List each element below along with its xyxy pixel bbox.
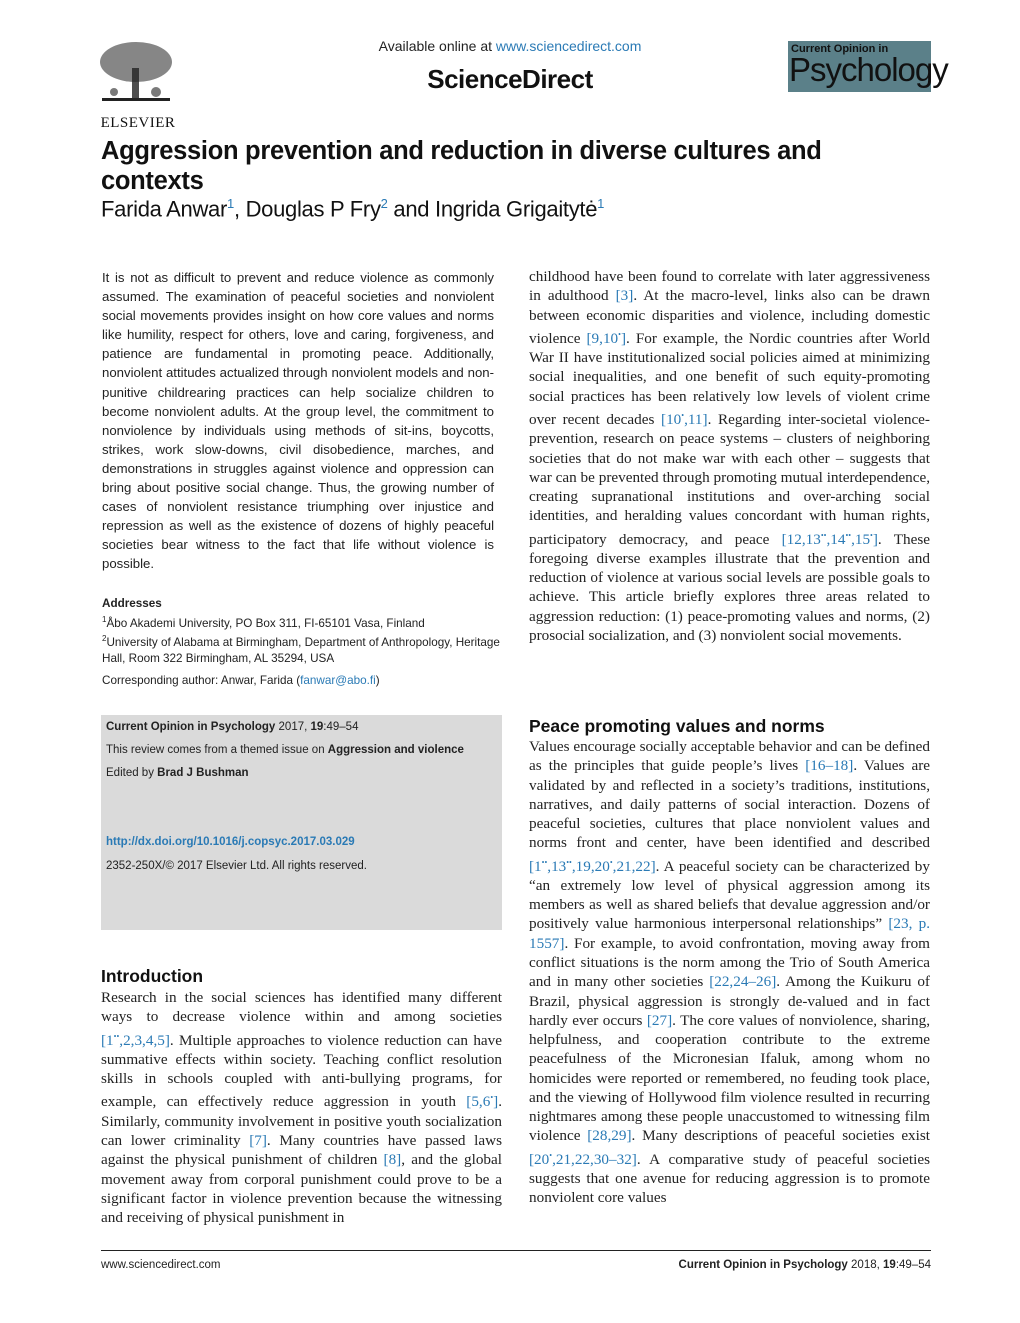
editor-name: Brad J Bushman — [157, 767, 249, 779]
elsevier-wordmark: ELSEVIER — [100, 115, 176, 131]
journal-volume: 19 — [310, 721, 324, 733]
author-affiliation[interactable]: 1 — [227, 196, 234, 211]
author-separator: , — [233, 196, 246, 222]
journal-name: Current Opinion in Psychology — [106, 721, 276, 733]
footer-year: 2018, — [847, 1259, 884, 1271]
corresponding-author: Corresponding author: Anwar, Farida (fan… — [102, 674, 380, 687]
footer-website[interactable]: www.sciencedirect.com — [101, 1259, 221, 1271]
citation-link[interactable]: [20•,21,22,30–32] — [529, 1151, 637, 1168]
footer-citation: Current Opinion in Psychology 2018, 19:4… — [679, 1259, 931, 1271]
footer-volume: 19 — [883, 1259, 896, 1271]
citation-link[interactable]: [1••,13••,19,20•,21,22] — [529, 858, 656, 875]
citation-link[interactable]: [1••,2,3,4,5] — [101, 1032, 170, 1049]
corresponding-prefix: Corresponding author: Anwar, Farida ( — [102, 674, 301, 687]
journal-badge-line2: Psychology — [789, 51, 949, 88]
author-name: Ingrida Grigaitytė — [435, 196, 598, 222]
themed-issue-name: Aggression and violence — [327, 744, 464, 756]
sciencedirect-link[interactable]: www.sciencedirect.com — [496, 38, 642, 54]
citation-link[interactable]: [8] — [384, 1151, 402, 1168]
addresses: Addresses 1Åbo Akademi University, PO Bo… — [102, 596, 502, 666]
doi-link[interactable]: http://dx.doi.org/10.1016/j.copsyc.2017.… — [106, 836, 355, 848]
addresses-heading: Addresses — [102, 597, 162, 610]
article-info-box: Current Opinion in Psychology 2017, 19:4… — [101, 715, 502, 930]
citation-link[interactable]: [12,13••,14••,15•] — [782, 531, 878, 548]
author-affiliation[interactable]: 1 — [597, 196, 604, 211]
section-heading-peace-values: Peace promoting values and norms — [529, 716, 825, 736]
footer-pages: :49–54 — [895, 1259, 931, 1271]
citation-link[interactable]: [10•,11] — [661, 411, 708, 428]
edited-by: Edited by Brad J Bushman — [106, 767, 249, 779]
footer-divider — [101, 1250, 931, 1251]
journal-badge: Current Opinion in Psychology — [788, 41, 949, 92]
citation-link[interactable]: [3] — [616, 287, 634, 304]
edited-prefix: Edited by — [106, 767, 158, 779]
footer-journal: Current Opinion in Psychology — [678, 1259, 848, 1271]
copyright: 2352-250X/© 2017 Elsevier Ltd. All right… — [106, 860, 367, 872]
author-name: Douglas P Fry — [245, 196, 381, 222]
corresponding-email-link[interactable]: fanwar@abo.fi — [300, 674, 376, 687]
introduction-continued-text: childhood have been found to correlate w… — [529, 268, 930, 644]
journal-citation: Current Opinion in Psychology 2017, 19:4… — [106, 721, 358, 733]
abstract: It is not as difficult to prevent and re… — [102, 270, 494, 572]
section-heading-introduction: Introduction — [101, 966, 204, 986]
citation-link[interactable]: [5,6•] — [466, 1093, 498, 1110]
address-item: 1Åbo Akademi University, PO Box 311, FI-… — [102, 612, 502, 631]
address-text: Åbo Akademi University, PO Box 311, FI-6… — [106, 616, 425, 630]
citation-link[interactable]: [27] — [647, 1012, 672, 1029]
author-affiliation[interactable]: 2 — [381, 196, 388, 211]
introduction-text: Research in the social sciences has iden… — [101, 989, 502, 1227]
article-title: Aggression prevention and reduction in d… — [101, 137, 822, 195]
author-separator: and — [387, 196, 436, 222]
author-list: Farida Anwar1, Douglas P Fry2 and Ingrid… — [101, 196, 604, 222]
citation-link[interactable]: [22,24–26] — [709, 973, 776, 990]
themed-issue: This review comes from a themed issue on… — [106, 744, 464, 756]
citation-link[interactable]: [28,29] — [587, 1127, 631, 1144]
citation-link[interactable]: [7] — [249, 1132, 267, 1149]
themed-prefix: This review comes from a themed issue on — [106, 744, 328, 756]
address-text: University of Alabama at Birmingham, Dep… — [102, 635, 500, 665]
peace-values-text: Values encourage socially acceptable beh… — [529, 738, 930, 1207]
journal-year: 2017, — [275, 721, 311, 733]
address-item: 2University of Alabama at Birmingham, De… — [102, 631, 502, 666]
citation-link[interactable]: [16–18] — [805, 757, 853, 774]
citation-link[interactable]: [9,10•] — [587, 330, 627, 347]
journal-pages: :49–54 — [323, 721, 359, 733]
corresponding-suffix: ) — [375, 674, 380, 687]
available-prefix: Available online at — [378, 38, 496, 54]
author-name: Farida Anwar — [101, 196, 228, 222]
